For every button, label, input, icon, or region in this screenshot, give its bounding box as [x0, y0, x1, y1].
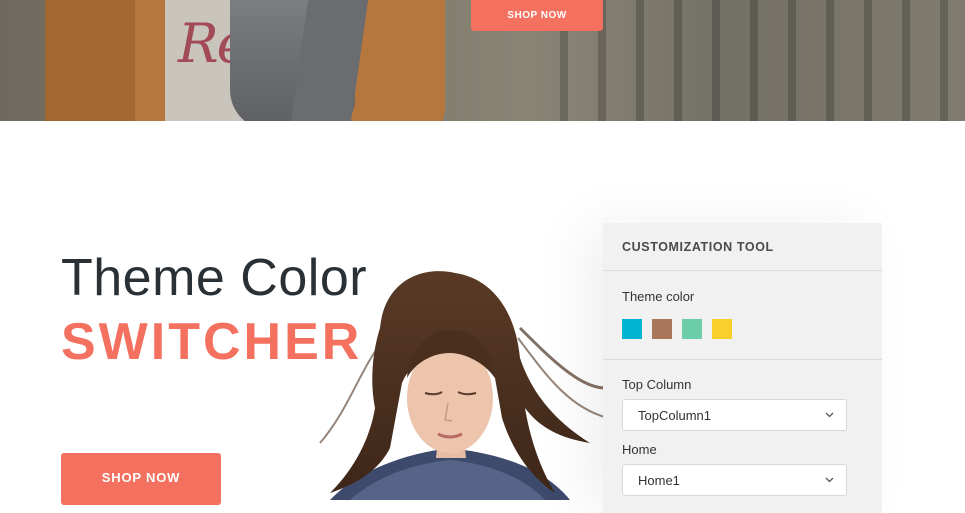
swatch-mint[interactable] — [682, 319, 702, 339]
hero-model-coat-shadow — [45, 0, 135, 121]
top-column-value: TopColumn1 — [638, 407, 711, 423]
theme-color-swatches — [622, 319, 863, 339]
theme-color-section: Theme color — [603, 271, 882, 360]
layout-options-section: Top Column TopColumn1 Home Home1 — [603, 360, 882, 496]
top-column-label: Top Column — [622, 377, 692, 392]
customization-tool-title: CUSTOMIZATION TOOL — [603, 223, 882, 271]
home-value: Home1 — [638, 472, 680, 488]
top-column-select[interactable]: TopColumn1 — [622, 399, 847, 431]
swatch-yellow[interactable] — [712, 319, 732, 339]
home-select[interactable]: Home1 — [622, 464, 847, 496]
shop-now-button[interactable]: SHOP NOW — [61, 453, 221, 505]
home-label: Home — [622, 442, 657, 457]
swatch-cyan[interactable] — [622, 319, 642, 339]
chevron-down-icon — [824, 410, 834, 420]
model-image — [319, 271, 609, 500]
customization-tool-panel: CUSTOMIZATION TOOL Theme color Top Colum… — [603, 223, 882, 513]
swatch-brown[interactable] — [652, 319, 672, 339]
hero-background — [560, 0, 965, 121]
theme-color-label: Theme color — [622, 289, 695, 304]
hero-banner: Re SHOP NOW — [0, 0, 965, 121]
hero-shop-now-button[interactable]: SHOP NOW — [471, 0, 603, 31]
chevron-down-icon — [824, 475, 834, 485]
